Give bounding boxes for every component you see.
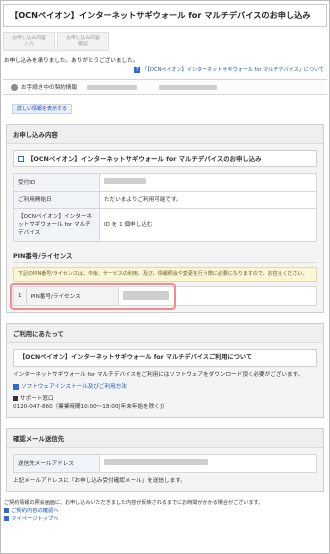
usage-title: 【OCNペイオン】インターネットサギウォール for マルチデバイスご利用につい… (19, 354, 253, 361)
step-confirm-line2: 確認 (78, 42, 88, 47)
redacted-value (158, 84, 217, 90)
show-details-button[interactable]: 詳しい情報を表示する (12, 104, 73, 114)
redacted-value (86, 84, 137, 90)
contract-label: お手続き中の契約情報 (21, 85, 77, 91)
application-heading: お申し込み内容 (7, 125, 323, 144)
mypage-top-link-text: マイページトップへ (11, 516, 59, 522)
email-heading: 確認メール送信先 (7, 429, 323, 448)
step-confirm: お申し込み内容 確認 (57, 32, 109, 51)
usage-heading: ご利用にあたって (7, 324, 323, 343)
usage-title-box: 【OCNペイオン】インターネットサギウォール for マルチデバイスご利用につい… (13, 349, 317, 367)
product-title-box: 【OCNペイオン】インターネットサギウォール for マルチデバイスのお申し込み (13, 150, 317, 167)
row-key: 【OCNペイオン】インターネットサギウォール for マルチデバイス (13, 208, 100, 242)
product-icon (18, 155, 24, 162)
email-value (99, 454, 317, 473)
contract-confirm-link[interactable]: ご契約内容の確認へ (4, 507, 330, 515)
support-heading: サポート窓口 (20, 396, 54, 402)
step-input-line2: 入力 (24, 42, 34, 47)
application-panel: お申し込み内容 【OCNペイオン】インターネットサギウォール for マルチデバ… (6, 124, 324, 313)
usage-body: インターネットサギウォール for マルチデバイスをご利用にはソフトウェアをダウ… (13, 372, 304, 378)
application-table: 受付ID ご利用開始日 ただいまよりご利用可能です。 【OCNペイオン】インター… (13, 173, 317, 242)
email-panel: 確認メール送信先 送信先メールアドレス 上記メールアドレスに「お申し込み受付確認… (6, 428, 324, 492)
row-key: 受付ID (13, 173, 100, 192)
install-link[interactable]: ソフトウェアインストール及びご利用方法 (13, 383, 317, 391)
redacted-value (104, 459, 208, 465)
pin-row-container: 1 PIN番号/ライセンス (10, 283, 318, 310)
support-section: サポート窓口 0120-047-860（業業時間10:00～18:00[年末年始… (13, 395, 317, 411)
redacted-value (104, 178, 146, 184)
install-link-text: ソフトウェアインストール及びご利用方法 (21, 384, 127, 390)
step-confirm-line1: お申し込み内容 (66, 36, 100, 41)
progress-steps: お申し込み内容 入力 お申し込み内容 確認 (3, 32, 327, 51)
email-table: 送信先メールアドレス (13, 454, 317, 473)
step-input: お申し込み内容 入力 (3, 32, 55, 51)
email-note: 上記メールアドレスに「お申し込み受付確認メール」を送信します。 (13, 478, 186, 484)
completion-message: お申し込みを承りました。ありがとうございました。 (4, 58, 139, 64)
user-icon (11, 83, 18, 91)
table-row: ご利用開始日 ただいまよりご利用可能です。 (13, 191, 317, 209)
table-row: 受付ID (13, 173, 317, 192)
mypage-top-link[interactable]: マイページトップへ (4, 515, 330, 523)
link-square-icon (4, 508, 9, 513)
link-square-icon (13, 383, 19, 390)
contract-info-bar: お手続き中の契約情報 (3, 79, 327, 95)
email-label: 送信先メールアドレス (13, 454, 100, 473)
bullet-icon (13, 396, 18, 401)
usage-panel: ご利用にあたって 【OCNペイオン】インターネットサギウォール for マルチデ… (6, 323, 324, 418)
row-value: ただいまよりご利用可能です。 (99, 191, 317, 209)
row-key: ご利用開始日 (13, 191, 100, 209)
footer-note: ご契約情報の照会画面に、お申し込みいただきました内容が反映されるまでにお時間がか… (4, 500, 264, 506)
table-row: 【OCNペイオン】インターネットサギウォール for マルチデバイス ID を … (13, 208, 317, 242)
page-title: 【OCNペイオン】インターネットサギウォール for マルチデバイスのお申し込み (3, 4, 327, 27)
service-info-link-text: 「【OCNペイオン】インターネットサギウォール for マルチデバイス」について (142, 67, 324, 73)
support-line: 0120-047-860（業業時間10:00～18:00[年末年始を除く]） (13, 404, 168, 410)
pin-highlight-box (10, 283, 176, 310)
step-input-line1: お申し込み内容 (12, 36, 46, 41)
info-square-icon: ? (134, 66, 141, 73)
contract-confirm-link-text: ご契約内容の確認へ (11, 508, 59, 514)
service-info-link[interactable]: ? 「【OCNペイオン】インターネットサギウォール for マルチデバイス」につい… (0, 66, 324, 74)
pin-heading: PIN番号/ライセンス (13, 249, 317, 263)
pin-warning: 下記のPIN番号/ライセンスは、今後、サービスの利用、及び、情報照会や変更を行う… (13, 267, 317, 282)
row-value (99, 173, 317, 192)
product-title: 【OCNペイオン】インターネットサギウォール for マルチデバイスのお申し込み (27, 154, 262, 163)
link-square-icon (4, 516, 9, 521)
page: 【OCNペイオン】インターネットサギウォール for マルチデバイスのお申し込み… (0, 0, 330, 554)
row-value: ID を 1 個申し込む (99, 208, 317, 242)
table-row: 送信先メールアドレス (13, 454, 317, 473)
